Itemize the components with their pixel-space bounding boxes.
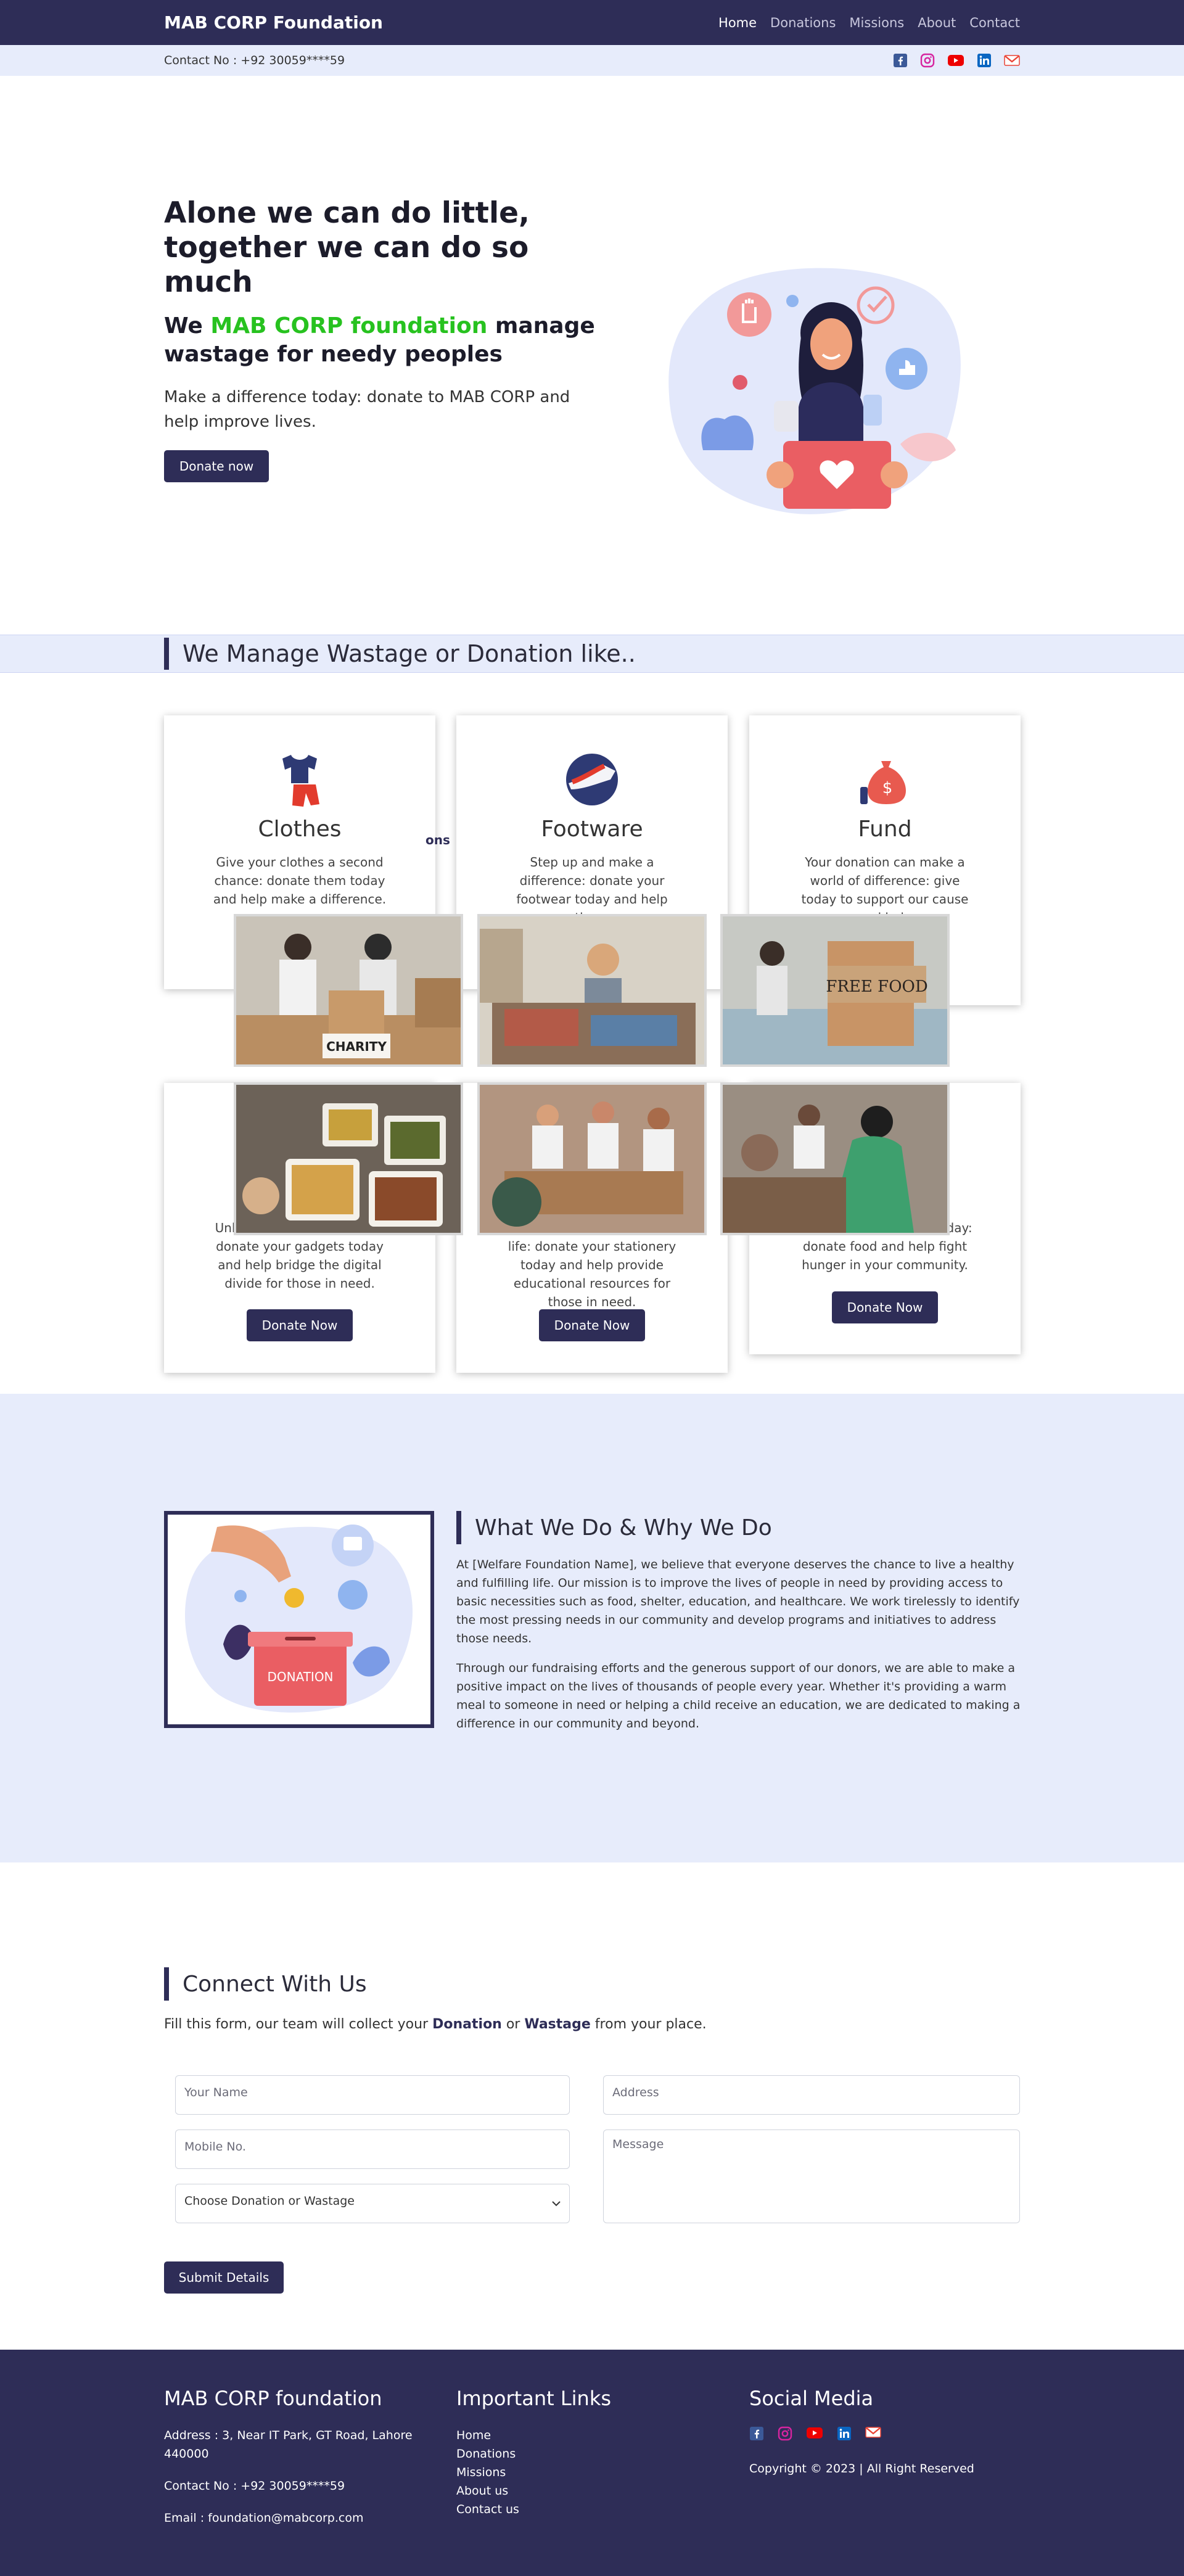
svg-text:FREE FOOD: FREE FOOD [826,977,927,996]
mobile-field[interactable]: Mobile No. [175,2130,570,2169]
social-links [893,53,1020,68]
photo-volunteers-boxes [477,1082,707,1235]
nav-about[interactable]: About [918,15,956,30]
select-value: Choose Donation or Wastage [184,2194,355,2208]
facebook-icon[interactable] [749,2426,764,2443]
connect-form: Your Name Mobile No. Choose Donation or … [164,2075,1020,2260]
submit-details-button[interactable]: Submit Details [164,2261,284,2294]
svg-text:CHARITY: CHARITY [326,1039,387,1054]
brand-logo[interactable]: MAB CORP Foundation [164,12,383,33]
photo-food-trays [234,1082,463,1235]
contact-bar: Contact No : +92 30059****59 [0,45,1184,76]
address-field[interactable]: Address [603,2075,1020,2115]
hero-section: Alone we can do little, together we can … [0,76,1184,634]
photo-free-food-sign: FREE FOOD [720,914,950,1067]
connect-desc-prefix: Fill this form, our team will collect yo… [164,2017,433,2032]
what-we-do-section: DONATION What We Do & Why We Do At [Welf… [0,1394,1184,1862]
overlap-fragment-text: ons [426,833,450,847]
footer: MAB CORP foundation Address : 3, Near IT… [0,2350,1184,2576]
connect-section: Connect With Us Fill this form, our team… [164,1967,1020,2260]
donation-illustration: DONATION [164,1511,434,1728]
manage-section-header: We Manage Wastage or Donation like.. [0,635,1184,673]
footer-link-missions[interactable]: Missions [456,2463,703,2482]
donation-box-label: DONATION [267,1669,333,1684]
linkedin-icon[interactable] [837,2426,852,2443]
instagram-icon[interactable] [920,53,935,68]
footer-email: Email : foundation@mabcorp.com [164,2511,364,2525]
hero-illustration [666,265,968,527]
footer-copyright: Copyright © 2023 | All Right Reserved [749,2462,974,2475]
footer-links: Important Links Home Donations Missions … [456,2387,703,2519]
connect-desc-donation: Donation [432,2017,502,2032]
name-field[interactable]: Your Name [175,2075,570,2115]
photo-volunteers-charity-box: CHARITY [234,914,463,1067]
donate-now-button-gadgets[interactable]: Donate Now [247,1309,353,1341]
connect-desc-suffix: from your place. [590,2017,707,2032]
nav-missions[interactable]: Missions [849,15,904,30]
connect-title: Connect With Us [183,1971,367,1997]
what-we-do-paragraph-1: At [Welfare Foundation Name], we believe… [456,1558,1020,1645]
contact-number: Contact No : +92 30059****59 [164,54,345,67]
hero-title-line2: together we can do so much [164,231,529,299]
photo-volunteers-helping [720,1082,950,1235]
message-field[interactable]: Message [603,2130,1020,2223]
connect-desc-mid: or [501,2017,525,2032]
donation-cards: Clothes Give your clothes a second chanc… [164,715,1021,1375]
donate-now-button-stationery[interactable]: Donate Now [539,1309,645,1341]
connect-description: Fill this form, our team will collect yo… [164,2017,1020,2032]
footer-social: Social Media Copyright © 2023 | All Righ… [749,2387,1021,2478]
title-accent-bar [164,1967,169,2001]
card-title-clothes: Clothes [258,817,342,842]
hero-title-line1: Alone we can do little, [164,196,530,230]
manage-section-title: We Manage Wastage or Donation like.. [183,640,636,667]
hero-sub-highlight: MAB CORP foundation [210,313,488,339]
nav-donations[interactable]: Donations [770,15,836,30]
money-bag-icon: $ [860,761,906,804]
footer-link-about[interactable]: About us [456,2482,703,2500]
clothes-icon [282,755,319,807]
instagram-icon[interactable] [778,2426,792,2443]
nav-home[interactable]: Home [718,15,757,30]
donate-now-button[interactable]: Donate now [164,450,269,482]
footer-links-title: Important Links [456,2387,612,2410]
footer-link-home[interactable]: Home [456,2426,703,2445]
youtube-icon[interactable] [947,54,964,67]
footer-contact: Contact No : +92 30059****59 [164,2479,345,2493]
hero-title: Alone we can do little, together we can … [164,196,608,300]
footer-link-donations[interactable]: Donations [456,2445,703,2463]
gmail-icon[interactable] [865,2426,881,2443]
hero-description: Make a difference today: donate to MAB C… [164,388,570,431]
connect-desc-wastage: Wastage [524,2017,591,2032]
footer-brand: MAB CORP foundation [164,2387,382,2410]
facebook-icon[interactable] [893,53,908,68]
what-we-do-paragraph-2: Through our fundraising efforts and the … [456,1661,1021,1730]
what-we-do-title: What We Do & Why We Do [475,1515,772,1541]
what-we-do-text: What We Do & Why We Do At [Welfare Found… [456,1511,1021,1733]
footer-social-icons [749,2426,1021,2443]
nav-contact[interactable]: Contact [969,15,1020,30]
footer-link-contact[interactable]: Contact us [456,2500,703,2519]
navbar: MAB CORP Foundation Home Donations Missi… [0,0,1184,45]
shoe-icon [566,754,618,805]
gmail-icon[interactable] [1004,54,1020,67]
hero-sub-prefix: We [164,313,211,339]
title-accent-bar [164,638,169,670]
card-desc-clothes: Give your clothes a second chance: donat… [213,855,387,907]
photo-clothes-donation [477,914,707,1067]
hero-subtitle: We MAB CORP foundation manage wastage fo… [164,312,608,369]
footer-about: MAB CORP foundation Address : 3, Near IT… [164,2387,423,2527]
donation-type-select[interactable]: Choose Donation or Wastage [175,2184,570,2223]
donate-now-button-food[interactable]: Donate Now [832,1291,938,1323]
youtube-icon[interactable] [806,2426,823,2443]
card-title-fund: Fund [858,817,912,842]
title-accent-bar [456,1511,461,1544]
nav-links: Home Donations Missions About Contact [705,15,1020,30]
footer-address: Address : 3, Near IT Park, GT Road, Laho… [164,2429,413,2461]
chevron-down-icon [552,2201,561,2207]
svg-text:$: $ [882,779,893,797]
linkedin-icon[interactable] [977,53,992,68]
card-title-footware: Footware [541,817,643,842]
footer-social-title: Social Media [749,2387,874,2410]
